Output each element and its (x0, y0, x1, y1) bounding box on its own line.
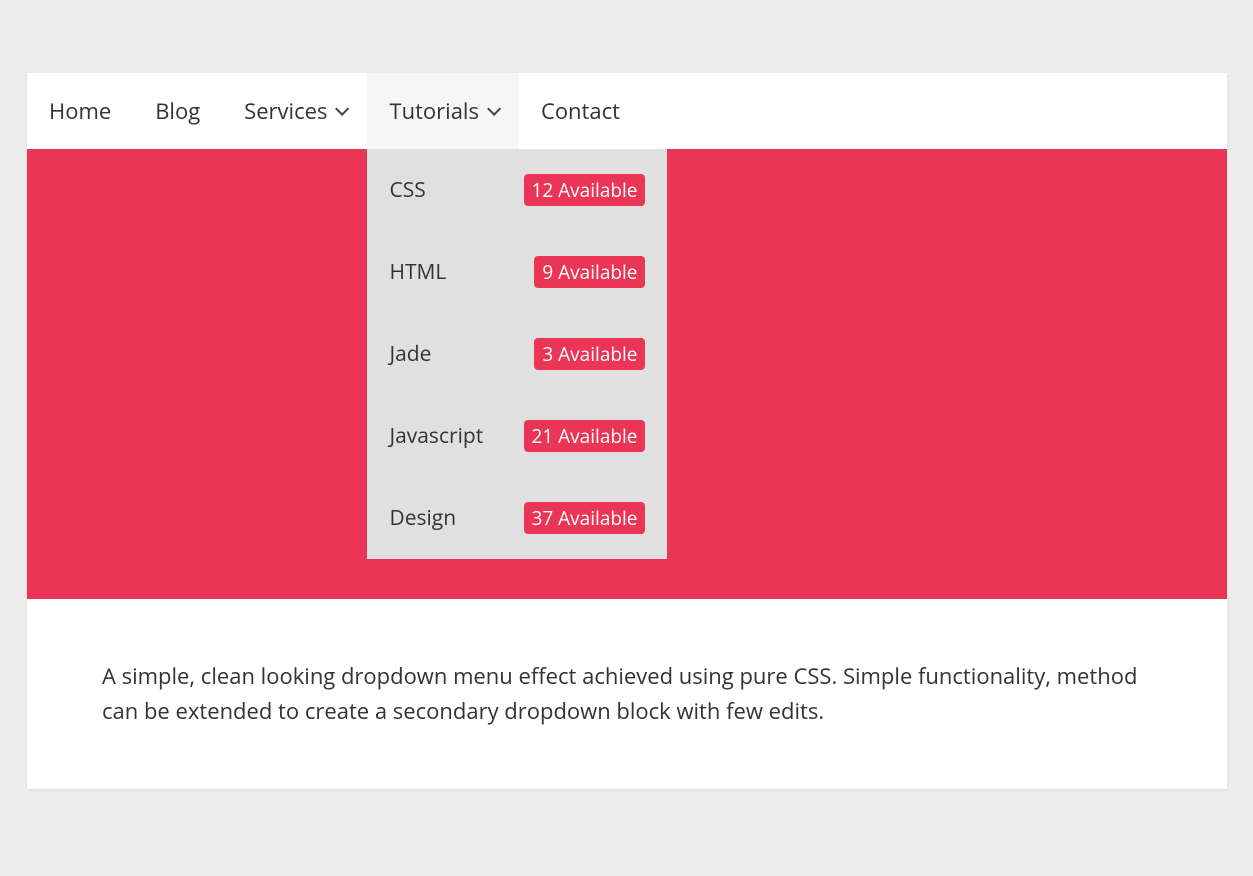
nav-item-contact[interactable]: Contact (519, 73, 642, 149)
nav-item-services[interactable]: Services (222, 73, 367, 149)
page-container: Home Blog Services Tutorials (27, 73, 1227, 789)
nav-label: Blog (155, 96, 200, 126)
nav-label: Home (49, 96, 111, 126)
dropdown-link[interactable]: CSS 12 Available (367, 149, 667, 231)
dropdown-label: CSS (389, 176, 425, 204)
availability-badge: 21 Available (524, 420, 646, 452)
dropdown-label: Design (389, 504, 456, 532)
dropdown-item-design[interactable]: Design 37 Available (367, 477, 667, 559)
dropdown-item-jade[interactable]: Jade 3 Available (367, 313, 667, 395)
dropdown-link[interactable]: Design 37 Available (367, 477, 667, 559)
nav-label: Tutorials (389, 96, 479, 126)
dropdown-label: Jade (389, 340, 431, 368)
dropdown-item-javascript[interactable]: Javascript 21 Available (367, 395, 667, 477)
dropdown-label: Javascript (389, 422, 483, 450)
description-section: A simple, clean looking dropdown menu ef… (27, 599, 1227, 789)
nav-link-blog[interactable]: Blog (133, 73, 222, 149)
chevron-down-icon (336, 102, 350, 116)
tutorials-dropdown: CSS 12 Available HTML 9 Available Jade (367, 149, 667, 559)
nav-link-tutorials[interactable]: Tutorials (367, 73, 519, 149)
dropdown-item-html[interactable]: HTML 9 Available (367, 231, 667, 313)
nav-label: Contact (541, 96, 620, 126)
availability-badge: 9 Available (534, 256, 645, 288)
nav-item-blog[interactable]: Blog (133, 73, 222, 149)
nav-link-contact[interactable]: Contact (519, 73, 642, 149)
dropdown-link[interactable]: HTML 9 Available (367, 231, 667, 313)
description-text: A simple, clean looking dropdown menu ef… (102, 659, 1152, 729)
nav-item-tutorials[interactable]: Tutorials CSS 12 Available HTML 9 Availa… (367, 73, 519, 149)
nav-list: Home Blog Services Tutorials (27, 73, 1227, 149)
availability-badge: 3 Available (534, 338, 645, 370)
nav-link-home[interactable]: Home (27, 73, 133, 149)
nav-link-services[interactable]: Services (222, 73, 367, 149)
dropdown-item-css[interactable]: CSS 12 Available (367, 149, 667, 231)
chevron-down-icon (487, 102, 501, 116)
nav-label: Services (244, 96, 327, 126)
availability-badge: 12 Available (524, 174, 646, 206)
dropdown-link[interactable]: Jade 3 Available (367, 313, 667, 395)
dropdown-link[interactable]: Javascript 21 Available (367, 395, 667, 477)
nav-item-home[interactable]: Home (27, 73, 133, 149)
main-nav: Home Blog Services Tutorials (27, 73, 1227, 149)
availability-badge: 37 Available (524, 502, 646, 534)
dropdown-label: HTML (389, 258, 446, 286)
